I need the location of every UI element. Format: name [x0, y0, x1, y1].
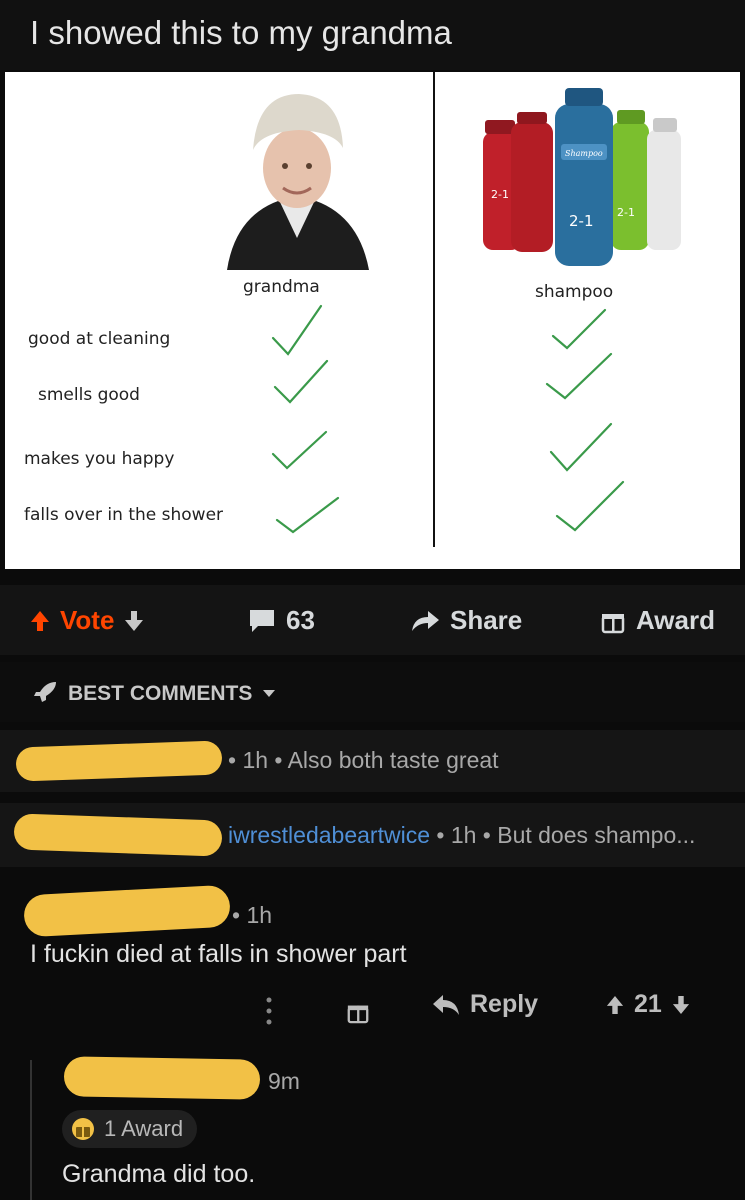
comment-meta: • 1h • Also both taste great	[228, 747, 499, 773]
rocket-icon	[34, 682, 56, 702]
gift-icon	[601, 613, 625, 633]
award-button[interactable]: Award	[600, 605, 715, 636]
redacted-username	[15, 740, 223, 782]
comment-bubble-icon	[250, 609, 274, 632]
share-arrow-icon	[412, 610, 439, 631]
comment-body: Grandma did too.	[62, 1160, 256, 1188]
post-action-bar: Vote 63 Share Award	[0, 585, 745, 655]
post-title: I showed this to my grandma	[0, 0, 745, 70]
reply-label: Reply	[470, 990, 539, 1018]
checkmark-icon	[271, 430, 328, 470]
comment-meta: iwrestledabeartwice • 1h • But does sham…	[228, 822, 696, 848]
checkmark-icon	[271, 304, 323, 356]
award-label: Award	[636, 605, 715, 635]
vote-group: Vote	[30, 605, 144, 636]
more-options-icon[interactable]	[266, 996, 272, 1026]
comment-score: 21	[634, 990, 662, 1018]
checkmarks	[271, 304, 625, 534]
reply-arrow-icon	[433, 994, 459, 1015]
checkmark-icon	[273, 359, 329, 404]
reply-button[interactable]: Reply	[432, 990, 538, 1019]
vote-label: Vote	[60, 605, 115, 635]
comments-button[interactable]: 63	[248, 605, 315, 636]
checkmark-icon	[275, 496, 340, 534]
downvote-arrow-icon[interactable]	[124, 610, 144, 632]
comment-vote-group: 21	[606, 990, 690, 1019]
comment-meta: • 1h	[232, 902, 273, 928]
comment-sort-selector[interactable]: BEST COMMENTS	[0, 662, 745, 722]
comment-meta: 9m	[268, 1068, 300, 1094]
upvote-arrow-icon[interactable]	[30, 610, 50, 632]
comment-username[interactable]: iwrestledabeartwice	[228, 822, 430, 848]
share-label: Share	[450, 605, 523, 635]
award-count: 1 Award	[104, 1116, 184, 1141]
chevron-down-icon	[263, 690, 275, 697]
comment-body: I fuckin died at falls in shower part	[30, 940, 407, 968]
sort-label: BEST COMMENTS	[68, 682, 253, 705]
downvote-arrow-icon[interactable]	[672, 994, 690, 1016]
checkmark-icon	[545, 352, 613, 400]
gift-icon[interactable]	[346, 1000, 370, 1024]
collapsed-comment[interactable]: iwrestledabeartwice • 1h • But does sham…	[0, 803, 745, 867]
checkmark-icon	[551, 308, 607, 350]
share-button[interactable]: Share	[410, 605, 522, 636]
thread-line	[30, 1060, 32, 1200]
collapsed-comment[interactable]: • 1h • Also both taste great	[0, 730, 745, 792]
redacted-username	[23, 884, 231, 938]
checkmark-icon	[549, 422, 613, 472]
award-medal-icon	[72, 1118, 94, 1140]
checkmark-icon	[555, 480, 625, 532]
upvote-arrow-icon[interactable]	[606, 994, 624, 1016]
redacted-username	[63, 1056, 261, 1100]
meme-image: 2-1 2-1 2-1 Shampoo grandma shampoo good…	[5, 72, 740, 569]
award-badge[interactable]: 1 Award	[62, 1110, 198, 1148]
comment-count: 63	[286, 605, 315, 635]
redacted-username	[13, 813, 223, 857]
